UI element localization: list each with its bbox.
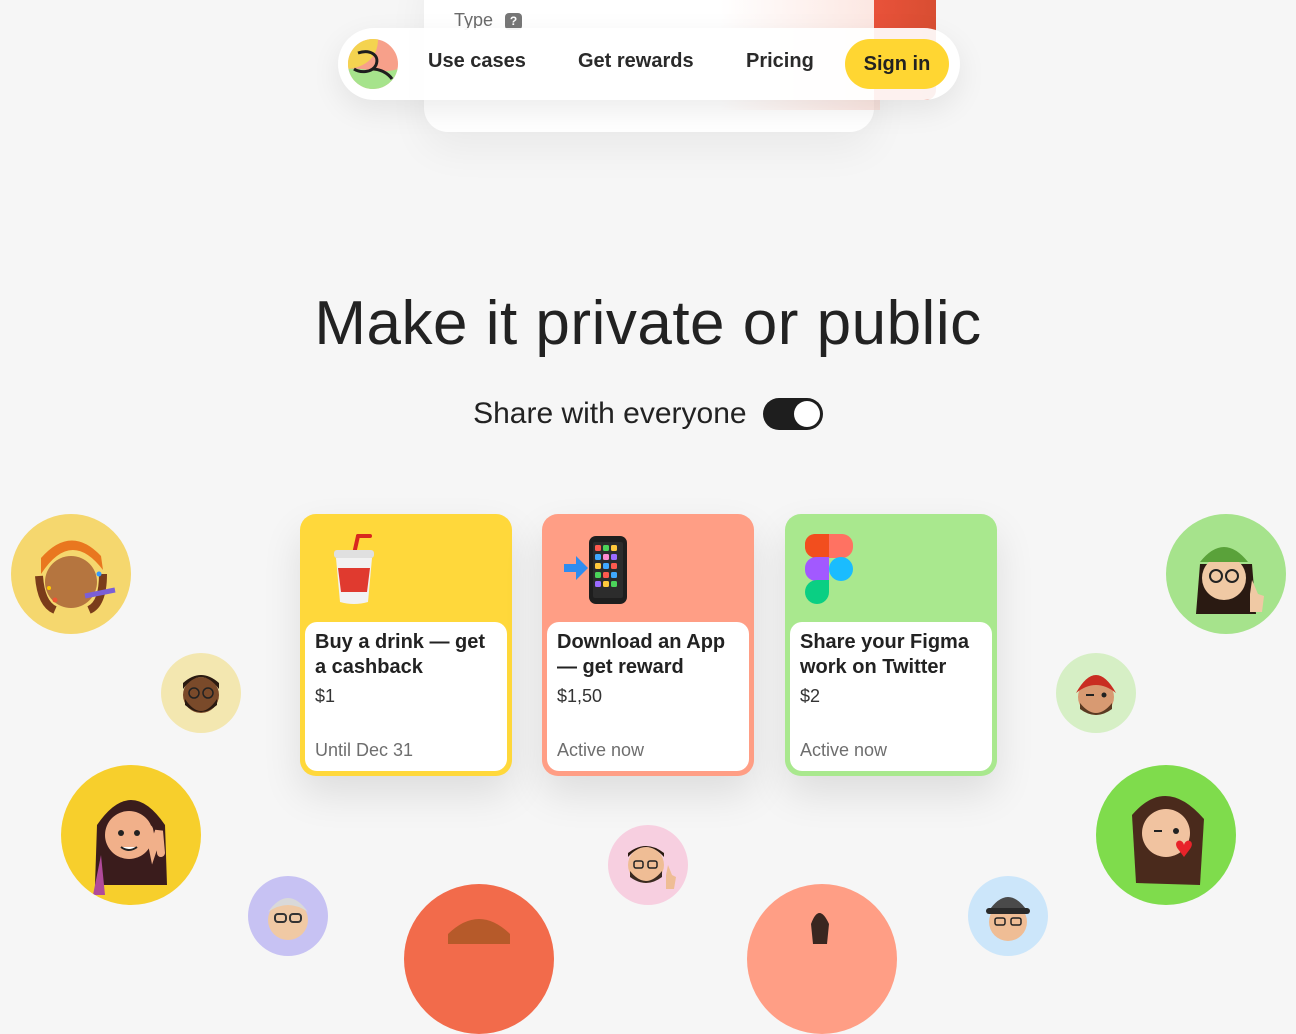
avatar-glasses-man	[161, 653, 241, 733]
avatar-cap-man	[968, 876, 1048, 956]
card-price: $1	[315, 686, 336, 706]
toggle-knob	[793, 401, 820, 428]
phone-download-icon	[564, 536, 627, 604]
share-toggle[interactable]	[762, 398, 823, 431]
nav-link-pricing[interactable]: Pricing	[746, 50, 814, 73]
avatar-green-hat	[1166, 514, 1286, 634]
reward-card-app[interactable]: Download an App — get reward $1,50 Activ…	[542, 514, 754, 776]
avatar-turban-wink	[1056, 653, 1136, 733]
avatar-bottom-salmon	[747, 884, 897, 1034]
logo-icon[interactable]	[348, 39, 398, 89]
avatar-thumbs-man	[608, 825, 688, 905]
reward-card-figma[interactable]: Share your Figma work on Twitter $2 Acti…	[785, 514, 997, 776]
sign-in-button[interactable]: Sign in	[845, 39, 949, 89]
avatar-kiss-woman	[1096, 765, 1236, 905]
card-body: Share your Figma work on Twitter $2 Acti…	[790, 622, 992, 771]
card-title: Share your Figma work on Twitter	[800, 631, 969, 678]
card-status: Active now	[557, 740, 645, 760]
avatar-bottom-red	[404, 884, 554, 1034]
avatar-party	[11, 514, 131, 634]
share-label: Share with everyone	[473, 397, 747, 431]
top-nav: Use cases Get rewards Pricing Sign in	[338, 28, 960, 100]
card-status: Until Dec 31	[315, 740, 414, 760]
avatar-peace-woman	[61, 765, 201, 905]
card-body: Buy a drink — get a cashback $1 Until De…	[305, 622, 507, 771]
nav-link-use-cases[interactable]: Use cases	[428, 50, 526, 73]
nav-link-get-rewards[interactable]: Get rewards	[578, 50, 694, 73]
card-status: Active now	[800, 740, 888, 760]
page-title: Make it private or public	[314, 289, 982, 358]
card-price: $1,50	[557, 686, 603, 706]
card-title: Download an App — get reward	[557, 631, 726, 678]
card-price: $2	[800, 686, 821, 706]
card-title: Buy a drink — get a cashback	[315, 631, 486, 678]
avatar-gray-hair	[248, 876, 328, 956]
figma-icon	[805, 534, 853, 604]
card-body: Download an App — get reward $1,50 Activ…	[547, 622, 749, 771]
share-row: Share with everyone	[0, 396, 1296, 431]
reward-card-drink[interactable]: Buy a drink — get a cashback $1 Until De…	[300, 514, 512, 776]
cup-with-straw-icon	[334, 534, 374, 604]
